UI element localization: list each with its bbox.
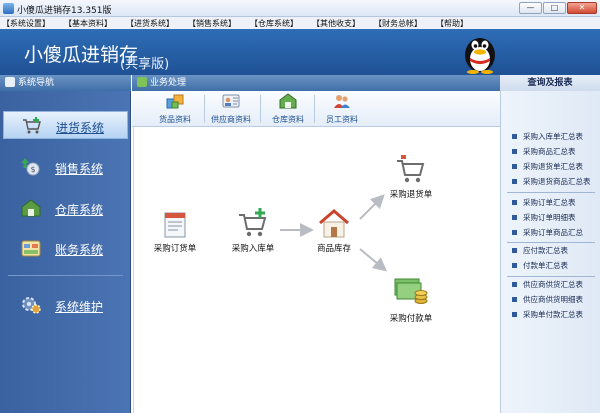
toolbar-divider [260, 95, 261, 123]
nav-item-sales[interactable]: $ 销售系统 [3, 153, 128, 181]
nav-label: 系统维护 [55, 300, 104, 314]
money-icon [394, 278, 428, 304]
report-group-inbound: 采购入库单汇总表 采购商品汇总表 采购退货单汇总表 采购退货商品汇总表 [509, 129, 599, 189]
app-icon [3, 3, 14, 14]
left-nav: 进货系统 $ 销售系统 仓库系统 账务系统 系统维护 [0, 91, 131, 413]
nav-label: 仓库系统 [55, 203, 104, 217]
report-group-suppliers: 供应商供货汇总表 供应商供货明细表 采购单付款汇总表 [509, 277, 599, 322]
minimize-button[interactable]: — [519, 2, 542, 14]
business-header: 业务处理 [132, 75, 500, 91]
report-link[interactable]: 应付款汇总表 [509, 243, 599, 258]
report-link[interactable]: 采购入库单汇总表 [509, 129, 599, 144]
report-link[interactable]: 采购订单汇总表 [509, 195, 599, 210]
nav-divider [8, 275, 123, 276]
svg-text:$: $ [31, 165, 36, 174]
flow-label: 采购退货单 [389, 190, 433, 200]
tool-staff-data[interactable]: 员工资料 [322, 93, 362, 125]
nav-header-label: 系统导航 [18, 78, 55, 88]
flow-node-purchase-payment[interactable]: 采购付款单 [386, 273, 436, 324]
menu-sales[interactable]: 【销售系统】 [188, 18, 236, 29]
tool-label: 货品资料 [159, 115, 191, 124]
report-link[interactable]: 供应商供货明细表 [509, 292, 599, 307]
toolbar-divider [314, 95, 315, 123]
order-document-icon [164, 212, 186, 238]
report-link[interactable]: 采购订单商品汇总 [509, 225, 599, 240]
flow-label: 采购订货单 [153, 244, 197, 254]
nav-label: 销售系统 [55, 162, 104, 176]
nav-header: 系统导航 [0, 75, 131, 91]
tool-warehouse-data[interactable]: 仓库资料 [268, 93, 308, 125]
nav-item-warehouse[interactable]: 仓库系统 [3, 194, 128, 222]
report-link[interactable]: 采购单付款汇总表 [509, 307, 599, 322]
tool-label: 供应商资料 [211, 115, 251, 124]
nav-item-maintenance[interactable]: 系统维护 [3, 291, 128, 319]
flow-node-stock[interactable]: 商品库存 [312, 209, 356, 254]
menu-finance[interactable]: 【财务总帐】 [374, 18, 422, 29]
home-icon [5, 77, 15, 87]
menu-bar: 【系统设置】 【基本资料】 【进货系统】 【销售系统】 【仓库系统】 【其他收支… [0, 17, 600, 29]
window-title: 小傻瓜进销存13.351版 [17, 6, 112, 16]
flow-label: 采购付款单 [389, 314, 433, 324]
flow-node-purchase-order[interactable]: 采购订货单 [150, 211, 200, 254]
cart-add-icon [239, 208, 267, 237]
flow-arrows [280, 194, 388, 272]
tool-supplier-data[interactable]: 供应商资料 [208, 93, 254, 125]
staff-icon [334, 95, 350, 108]
supplier-icon [222, 94, 240, 108]
reports-panel: 采购入库单汇总表 采购商品汇总表 采购退货单汇总表 采购退货商品汇总表 采购订单… [500, 91, 600, 413]
ledger-icon [21, 240, 41, 257]
report-link[interactable]: 付款单汇总表 [509, 258, 599, 273]
report-link[interactable]: 采购商品汇总表 [509, 144, 599, 159]
reports-header: 查询及报表 [500, 75, 600, 91]
window-controls: — □ ✕ [518, 2, 597, 14]
nav-label: 进货系统 [56, 121, 105, 135]
nav-label: 账务系统 [55, 243, 104, 257]
goods-icon [166, 94, 184, 109]
close-button[interactable]: ✕ [567, 2, 597, 14]
toolbar-divider [204, 95, 205, 123]
report-link[interactable]: 供应商供货汇总表 [509, 277, 599, 292]
menu-basic-data[interactable]: 【基本资料】 [64, 18, 112, 29]
report-link[interactable]: 采购退货单汇总表 [509, 159, 599, 174]
menu-system-settings[interactable]: 【系统设置】 [2, 18, 50, 29]
warehouse-icon [21, 199, 41, 217]
gear-icon [22, 297, 41, 314]
report-group-payables: 应付款汇总表 付款单汇总表 [509, 243, 599, 273]
nav-item-purchase[interactable]: 进货系统 [3, 111, 128, 139]
title-bar: 小傻瓜进销存13.351版 — □ ✕ [0, 0, 600, 17]
report-group-orders: 采购订单汇总表 采购订单明细表 采购订单商品汇总 [509, 195, 599, 240]
nav-item-accounting[interactable]: 账务系统 [3, 234, 128, 262]
flow-label: 商品库存 [316, 244, 351, 254]
cart-icon [397, 155, 425, 183]
business-header-label: 业务处理 [150, 78, 187, 88]
business-toolbar: 货品资料 供应商资料 仓库资料 员工资料 [132, 91, 500, 127]
coin-up-icon: $ [21, 158, 40, 176]
flow-node-purchase-inbound[interactable]: 采购入库单 [228, 207, 278, 254]
reports-header-label: 查询及报表 [527, 78, 573, 88]
house-icon [319, 209, 349, 238]
report-divider [507, 192, 595, 193]
tool-goods-data[interactable]: 货品资料 [154, 93, 196, 125]
rss-icon [137, 77, 147, 87]
flow-node-purchase-return[interactable]: 采购退货单 [386, 153, 436, 200]
banner: 小傻瓜进销存 (共享版) [0, 29, 600, 75]
report-link[interactable]: 采购退货商品汇总表 [509, 174, 599, 189]
menu-other-income[interactable]: 【其他收支】 [312, 18, 360, 29]
maximize-button[interactable]: □ [543, 2, 566, 14]
tool-label: 员工资料 [326, 115, 358, 124]
tool-label: 仓库资料 [272, 115, 304, 124]
flow-label: 采购入库单 [231, 244, 275, 254]
menu-help[interactable]: 【帮助】 [436, 18, 468, 29]
menu-purchase[interactable]: 【进货系统】 [126, 18, 174, 29]
menu-warehouse[interactable]: 【仓库系统】 [250, 18, 298, 29]
warehouse-data-icon [279, 93, 297, 109]
business-flow-canvas: 采购订货单 采购入库单 商品库存 采购退货单 采购付款单 [133, 127, 498, 413]
report-link[interactable]: 采购订单明细表 [509, 210, 599, 225]
edition-label: (共享版) [120, 57, 170, 72]
penguin-mascot-icon [465, 38, 495, 74]
cart-add-icon [23, 117, 41, 134]
